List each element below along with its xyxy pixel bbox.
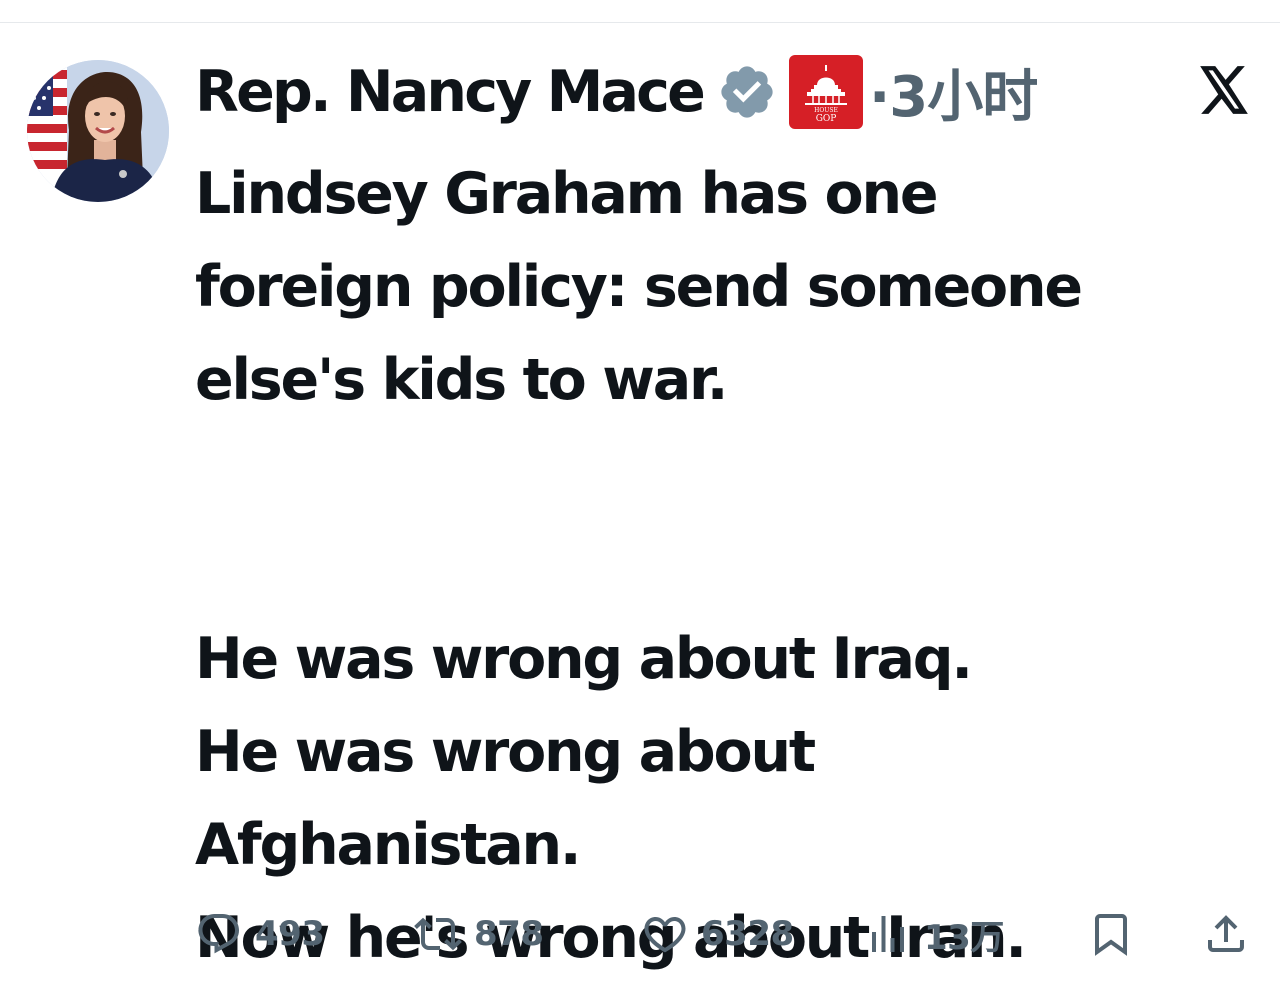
repost-button[interactable]: 878 (414, 902, 544, 966)
views-icon (872, 916, 904, 952)
like-button[interactable]: 6328 (641, 902, 794, 966)
author-name[interactable]: Rep. Nancy Mace (195, 59, 706, 125)
top-divider (0, 22, 1280, 23)
repost-icon (414, 917, 462, 951)
share-icon (1208, 915, 1244, 952)
reply-count: 493 (255, 914, 325, 954)
house-gop-badge-icon[interactable]: HOUSE GOP (789, 55, 864, 129)
like-icon (644, 917, 686, 953)
views-button[interactable]: 13万 (864, 902, 1004, 966)
verified-badge-icon[interactable] (717, 62, 777, 122)
bookmark-button[interactable] (1087, 902, 1135, 966)
action-bar: 493 878 6328 13万 (0, 902, 1280, 966)
tweet-text: Lindsey Graham has one foreign policy: s… (195, 161, 1083, 971)
reply-icon (198, 914, 239, 954)
avatar[interactable] (27, 60, 169, 202)
views-count: 13万 (924, 917, 1004, 958)
like-count: 6328 (701, 914, 794, 954)
svg-text:GOP: GOP (816, 114, 837, 124)
share-button[interactable] (1202, 902, 1250, 966)
x-logo-icon[interactable] (1198, 66, 1250, 114)
avatar-image (27, 60, 169, 202)
timestamp[interactable]: ·3小时 (869, 52, 1038, 133)
repost-count: 878 (474, 914, 544, 954)
svg-text:HOUSE: HOUSE (814, 107, 838, 114)
tweet-header: Rep. Nancy Mace HOUSE GOP ·3小时 (195, 52, 1038, 133)
reply-button[interactable]: 493 (195, 902, 325, 966)
bookmark-icon (1095, 914, 1127, 956)
